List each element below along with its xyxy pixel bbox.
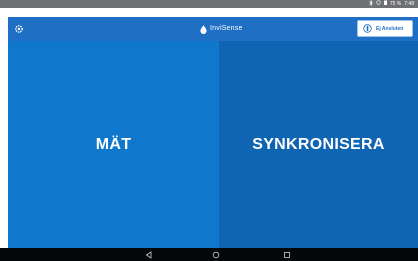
- bluetooth-icon: [369, 0, 373, 9]
- sync-tile[interactable]: SYNKRONISERA: [219, 41, 418, 248]
- app-header: InviSense Ej Ansluten: [8, 17, 418, 41]
- navigation-bar: [0, 248, 418, 261]
- battery-percentage: 75 %: [389, 1, 402, 7]
- measure-tile[interactable]: MÄT: [8, 41, 219, 248]
- measure-label: MÄT: [95, 135, 132, 153]
- logo-text: InviSense: [210, 25, 243, 32]
- sensor-icon: [363, 24, 372, 33]
- clock: 7:48: [404, 1, 414, 7]
- gear-icon[interactable]: [13, 23, 25, 35]
- connection-label: Ej Ansluten: [376, 25, 404, 32]
- drop-icon: [200, 24, 207, 34]
- invisense-logo: InviSense: [200, 22, 243, 36]
- status-bar: 75 % 7:48: [0, 0, 418, 8]
- recents-icon[interactable]: [283, 251, 291, 259]
- home-icon[interactable]: [212, 251, 220, 259]
- back-icon[interactable]: [145, 251, 153, 259]
- sync-label: SYNKRONISERA: [252, 135, 385, 153]
- app-screen: 75 % 7:48 InviSense Ej Ansluten MÄT SYNK…: [0, 0, 418, 261]
- battery-icon: [383, 0, 387, 8]
- connection-status-button[interactable]: Ej Ansluten: [357, 20, 413, 37]
- alarm-icon: [376, 0, 381, 8]
